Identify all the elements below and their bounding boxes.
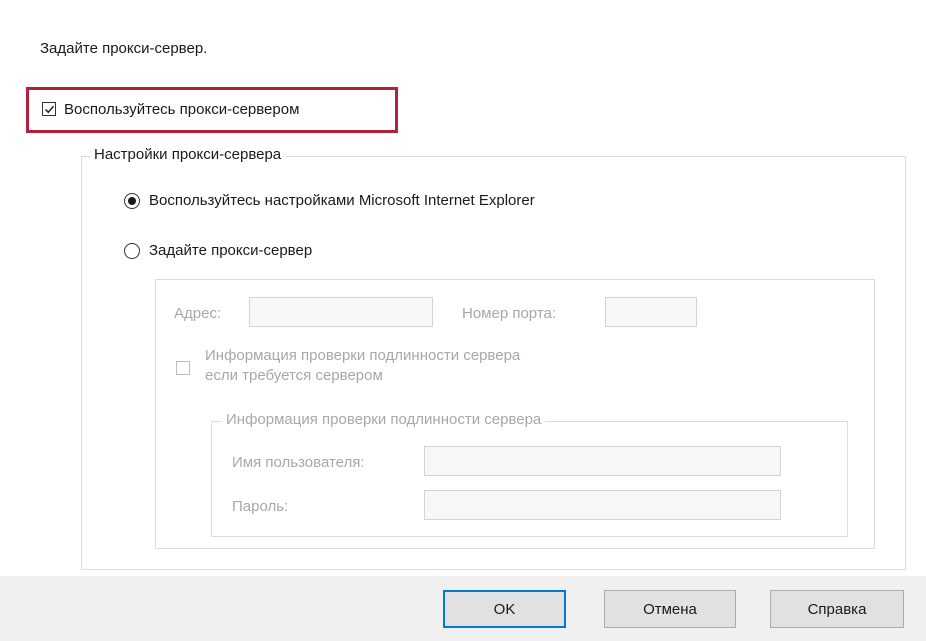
address-label: Адрес: xyxy=(174,305,222,322)
port-input[interactable] xyxy=(605,297,697,327)
radio-manual-proxy-label[interactable]: Задайте прокси-сервер xyxy=(149,242,312,259)
auth-required-checkbox[interactable] xyxy=(176,361,190,375)
password-input[interactable] xyxy=(424,490,781,520)
radio-manual-proxy[interactable] xyxy=(124,243,140,259)
use-proxy-checkbox[interactable] xyxy=(42,102,56,116)
radio-selected-dot xyxy=(128,197,136,205)
radio-use-ie-settings[interactable] xyxy=(124,193,140,209)
ok-button[interactable]: OK xyxy=(443,590,566,628)
radio-use-ie-settings-label[interactable]: Воспользуйтесь настройками Microsoft Int… xyxy=(149,192,535,209)
auth-required-label-line2: если требуется сервером xyxy=(205,367,383,384)
use-proxy-label[interactable]: Воспользуйтесь прокси-сервером xyxy=(64,101,299,118)
dialog-heading: Задайте прокси-сервер. xyxy=(40,40,208,57)
port-label: Номер порта: xyxy=(462,305,557,322)
username-label: Имя пользователя: xyxy=(232,454,365,471)
auth-required-label[interactable]: Информация проверки подлинности сервера … xyxy=(205,346,520,386)
checkmark-icon xyxy=(44,105,55,114)
help-button[interactable]: Справка xyxy=(770,590,904,628)
password-label: Пароль: xyxy=(232,498,289,515)
auth-info-legend: Информация проверки подлинности сервера xyxy=(222,411,546,428)
cancel-button[interactable]: Отмена xyxy=(604,590,736,628)
auth-required-label-line1: Информация проверки подлинности сервера xyxy=(205,347,521,364)
username-input[interactable] xyxy=(424,446,781,476)
proxy-settings-legend: Настройки прокси-сервера xyxy=(90,146,286,163)
proxy-settings-dialog: Задайте прокси-сервер. Воспользуйтесь пр… xyxy=(0,0,926,641)
address-input[interactable] xyxy=(249,297,433,327)
